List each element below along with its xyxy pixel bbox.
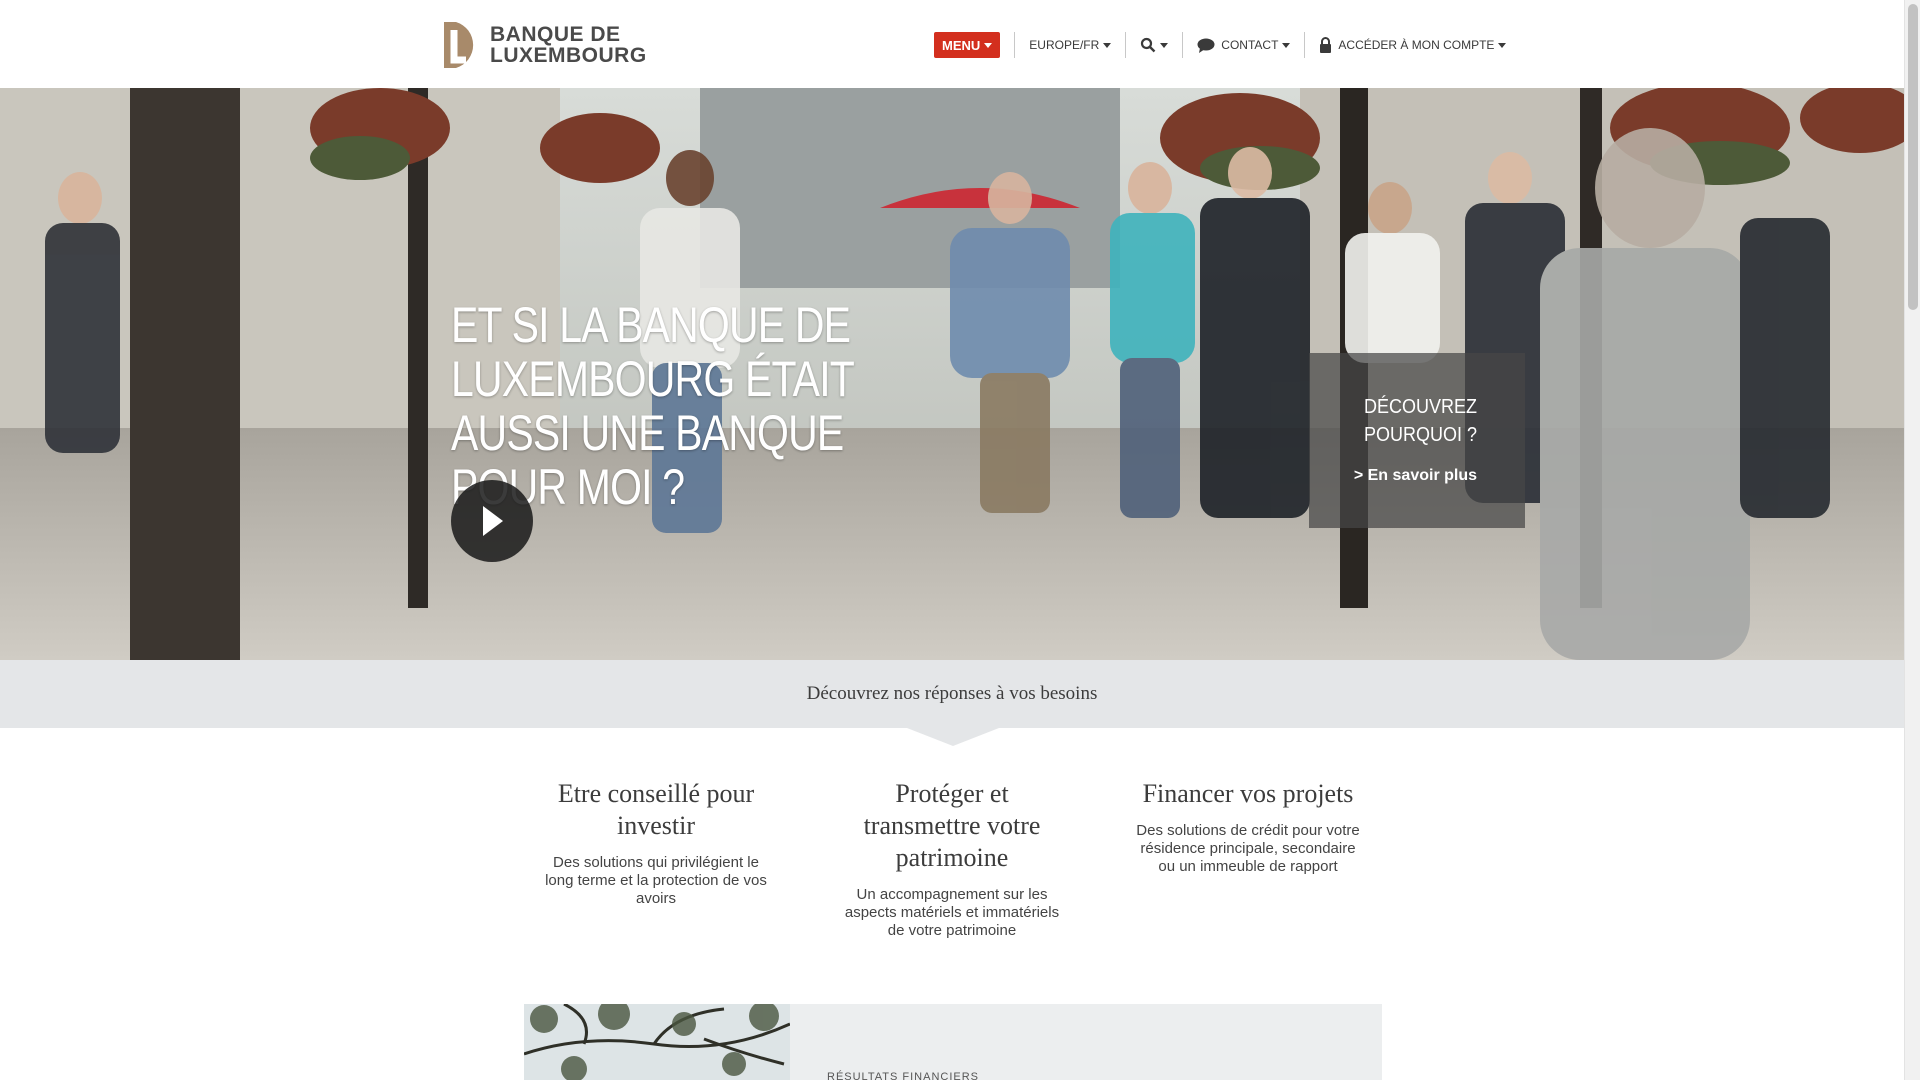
- search-button[interactable]: [1140, 37, 1169, 53]
- band-pointer: [907, 728, 999, 746]
- menu-label: MENU: [942, 37, 981, 53]
- brand-name: BANQUE DE LUXEMBOURG: [490, 24, 647, 66]
- brand-logo[interactable]: BANQUE DE LUXEMBOURG: [440, 20, 647, 70]
- needs-heading: Découvrez nos réponses à vos besoins: [806, 683, 1098, 704]
- service-title[interactable]: Protéger et transmettre votre patrimoine: [837, 778, 1067, 874]
- chevron-down-icon: [984, 42, 993, 48]
- chat-bubble-icon: [1197, 38, 1215, 53]
- contact-menu[interactable]: CONTACT: [1197, 38, 1291, 53]
- main-nav: MENU EUROPE/FR CONTACT ACCÉDER À MON COM…: [934, 31, 1507, 59]
- chevron-down-icon: [1160, 42, 1169, 48]
- financial-results-teaser[interactable]: RÉSULTATS FINANCIERS: [524, 1004, 1382, 1080]
- nav-divider: [1182, 32, 1184, 58]
- region-selector[interactable]: EUROPE/FR: [1029, 38, 1112, 52]
- hero-banner: ET SI LA BANQUE DE LUXEMBOURG ÉTAIT AUSS…: [0, 88, 1904, 660]
- hero-title: ET SI LA BANQUE DE LUXEMBOURG ÉTAIT AUSS…: [451, 297, 854, 515]
- service-description: Des solutions qui privilégient le long t…: [545, 854, 767, 907]
- play-video-button[interactable]: [451, 480, 533, 562]
- service-title[interactable]: Etre conseillé pour investir: [541, 778, 771, 842]
- play-icon: [483, 506, 503, 536]
- service-description: Un accompagnement sur les aspects matéri…: [844, 886, 1060, 939]
- region-label: EUROPE/FR: [1029, 38, 1100, 52]
- site-header: BANQUE DE LUXEMBOURG MENU EUROPE/FR CONT…: [0, 0, 1904, 88]
- brand-name-line1: BANQUE DE: [490, 23, 621, 46]
- account-label: ACCÉDER À MON COMPTE: [1338, 38, 1495, 52]
- chevron-down-icon: [1282, 42, 1291, 48]
- nav-divider: [1014, 32, 1016, 58]
- page-scrollbar[interactable]: [1904, 0, 1920, 1080]
- needs-band: Découvrez nos réponses à vos besoins: [0, 660, 1904, 728]
- search-icon: [1141, 37, 1156, 53]
- brand-name-line2: LUXEMBOURG: [490, 44, 647, 67]
- contact-label: CONTACT: [1221, 38, 1279, 52]
- promo-title: DÉCOUVREZ POURQUOI ?: [1363, 396, 1477, 446]
- learn-more-link[interactable]: > En savoir plus: [1329, 467, 1477, 485]
- menu-button[interactable]: MENU: [934, 32, 1001, 58]
- hero-street-photo: [0, 88, 1904, 660]
- service-column-finance: Financer vos projets Des solutions de cr…: [1133, 778, 1363, 876]
- lock-icon: [1320, 37, 1332, 53]
- scrollbar-thumb[interactable]: [1908, 4, 1918, 310]
- teaser-label: RÉSULTATS FINANCIERS: [827, 1071, 980, 1080]
- logo-mark-icon: [444, 22, 474, 68]
- service-column-invest: Etre conseillé pour investir Des solutio…: [541, 778, 771, 908]
- tree-branches-image: [524, 1004, 790, 1080]
- service-description: Des solutions de crédit pour votre résid…: [1136, 822, 1360, 875]
- tree-photo: [524, 1004, 790, 1080]
- nav-divider: [1304, 32, 1306, 58]
- chevron-down-icon: [1103, 42, 1112, 48]
- chevron-down-icon: [1498, 42, 1507, 48]
- service-title[interactable]: Financer vos projets: [1133, 778, 1363, 810]
- promo-box: DÉCOUVREZ POURQUOI ? > En savoir plus: [1309, 353, 1525, 528]
- account-access[interactable]: ACCÉDER À MON COMPTE: [1319, 37, 1507, 53]
- nav-divider: [1125, 32, 1127, 58]
- service-column-protect: Protéger et transmettre votre patrimoine…: [837, 778, 1067, 940]
